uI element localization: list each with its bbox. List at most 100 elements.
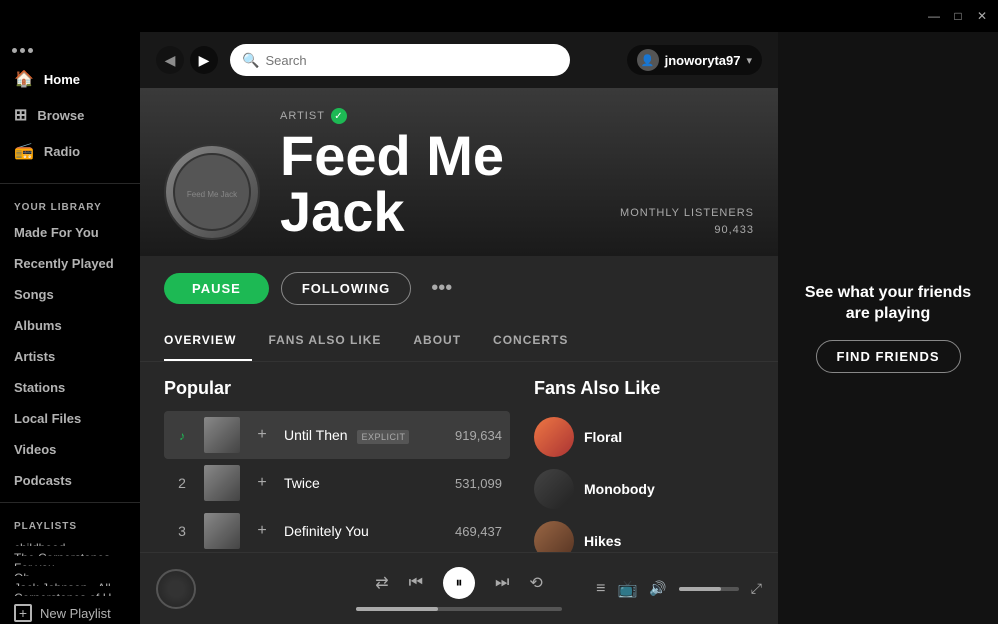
artist-controls: PAUSE FOLLOWING •••: [140, 256, 778, 321]
topbar: ◀ ▶ 🔍 👤 jnoworyta97 ▾: [140, 32, 778, 88]
shuffle-button[interactable]: ⇄: [375, 573, 388, 593]
player-center: ⇄ ⏮ ⏸ ⏭ ⟲: [356, 567, 562, 611]
close-button[interactable]: ✕: [974, 8, 990, 24]
add-track-button[interactable]: +: [252, 425, 272, 445]
sidebar-item-stations[interactable]: Stations: [0, 372, 140, 403]
playlist-oh[interactable]: Oh: [0, 566, 140, 576]
svg-text:Feed Me Jack: Feed Me Jack: [187, 190, 238, 199]
list-item[interactable]: Monobody: [534, 463, 754, 515]
topbar-right: 👤 jnoworyta97 ▾: [627, 45, 762, 75]
track-number: 2: [172, 475, 192, 491]
playlist-jack-johnson[interactable]: Jack Johnson - All i...: [0, 576, 140, 586]
sidebar-item-podcasts[interactable]: Podcasts: [0, 465, 140, 496]
sidebar-item-albums[interactable]: Albums: [0, 310, 140, 341]
list-item[interactable]: Hikes: [534, 515, 754, 552]
podcasts-label: Podcasts: [14, 473, 72, 488]
sidebar-item-songs[interactable]: Songs: [0, 279, 140, 310]
tab-fans-also-like[interactable]: FANS ALSO LIKE: [252, 321, 397, 361]
forward-button[interactable]: ▶: [190, 46, 218, 74]
artist-info: ARTIST ✓ Feed Me Jack: [280, 108, 600, 240]
playlist-childhood[interactable]: childhood: [0, 536, 140, 546]
track-name: Twice: [284, 475, 430, 491]
player-right: ≡ 📺 🔊 ⤢: [562, 579, 762, 599]
tab-about[interactable]: ABOUT: [397, 321, 477, 361]
popular-title: Popular: [164, 378, 510, 399]
new-playlist-button[interactable]: + New Playlist: [0, 596, 140, 624]
titlebar: — □ ✕: [0, 0, 998, 32]
popular-section: Popular ♪ + Until Then EXPLICIT 919,634: [164, 378, 510, 552]
fan-name: Monobody: [584, 481, 655, 497]
artist-page[interactable]: Feed Me Jack ARTIST ✓ Feed Me Jack MONTH…: [140, 88, 778, 552]
fullscreen-button[interactable]: ⤢: [751, 580, 762, 597]
repeat-button[interactable]: ⟲: [529, 573, 542, 593]
made-for-you-label: Made For You: [14, 225, 99, 240]
search-input[interactable]: [265, 53, 558, 68]
artist-stats: MONTHLY LISTENERS 90,433: [620, 205, 754, 240]
new-playlist-label: New Playlist: [40, 606, 111, 621]
sidebar-logo: [0, 40, 140, 61]
table-row[interactable]: ♪ + Until Then EXPLICIT 919,634: [164, 411, 510, 459]
radio-icon: 📻: [14, 141, 34, 161]
sidebar-item-home-label: Home: [44, 72, 80, 87]
sidebar-item-artists[interactable]: Artists: [0, 341, 140, 372]
sidebar-item-browse[interactable]: ⊞ Browse: [0, 97, 140, 133]
next-button[interactable]: ⏭: [495, 574, 509, 592]
track-thumbnail: [204, 417, 240, 453]
friends-title: See what your friends are playing: [798, 283, 978, 325]
tab-concerts[interactable]: CONCERTS: [477, 321, 584, 361]
table-row[interactable]: 3 + Definitely You 469,437: [164, 507, 510, 552]
play-pause-button[interactable]: ⏸: [443, 567, 475, 599]
fan-name: Floral: [584, 429, 622, 445]
pause-button[interactable]: PAUSE: [164, 273, 269, 304]
player-bar: ⇄ ⏮ ⏸ ⏭ ⟲ ≡ 📺 🔊 ⤢: [140, 552, 778, 624]
maximize-button[interactable]: □: [950, 8, 966, 24]
playlist-cornerstones1[interactable]: The Cornerstones o...: [0, 546, 140, 556]
playlist-cornerstones2[interactable]: Cornerstones of Hu...: [0, 586, 140, 596]
artist-tabs: OVERVIEW FANS ALSO LIKE ABOUT CONCERTS: [140, 321, 778, 362]
minimize-button[interactable]: —: [926, 8, 942, 24]
local-files-label: Local Files: [14, 411, 81, 426]
sidebar: 🏠 Home ⊞ Browse 📻 Radio Your Library Mad…: [0, 32, 140, 624]
sidebar-item-recently-played[interactable]: Recently Played: [0, 248, 140, 279]
sidebar-item-made-for-you[interactable]: Made For You: [0, 217, 140, 248]
queue-icon[interactable]: ≡: [596, 580, 605, 598]
devices-icon[interactable]: 📺: [617, 579, 637, 599]
sidebar-item-radio-label: Radio: [44, 144, 80, 159]
artist-header: Feed Me Jack ARTIST ✓ Feed Me Jack MONTH…: [140, 88, 778, 256]
library-label: Your Library: [0, 190, 140, 217]
sidebar-item-radio[interactable]: 📻 Radio: [0, 133, 140, 169]
track-thumbnail: [204, 465, 240, 501]
volume-slider[interactable]: [679, 587, 739, 591]
sidebar-item-local-files[interactable]: Local Files: [0, 403, 140, 434]
back-button[interactable]: ◀: [156, 46, 184, 74]
table-row[interactable]: 2 + Twice 531,099: [164, 459, 510, 507]
track-plays: 469,437: [442, 524, 502, 539]
fan-avatar: [534, 521, 574, 552]
search-bar[interactable]: 🔍: [230, 44, 570, 76]
following-button[interactable]: FOLLOWING: [281, 272, 411, 305]
artist-image: Feed Me Jack: [164, 144, 260, 240]
sidebar-item-videos[interactable]: Videos: [0, 434, 140, 465]
previous-button[interactable]: ⏮: [409, 574, 423, 592]
volume-icon[interactable]: 🔊: [649, 580, 666, 597]
sidebar-item-home[interactable]: 🏠 Home: [0, 61, 140, 97]
fan-avatar: [534, 417, 574, 457]
nav-arrows: ◀ ▶: [156, 46, 218, 74]
add-track-button[interactable]: +: [252, 473, 272, 493]
tab-overview[interactable]: OVERVIEW: [164, 321, 252, 361]
artist-name: Feed Me Jack: [280, 128, 600, 240]
content-area: Popular ♪ + Until Then EXPLICIT 919,634: [140, 362, 778, 552]
fans-title: Fans Also Like: [534, 378, 754, 399]
add-track-button[interactable]: +: [252, 521, 272, 541]
fans-section: Fans Also Like Floral Monobody Hikes: [534, 378, 754, 552]
browse-icon: ⊞: [14, 105, 27, 125]
progress-bar[interactable]: [356, 607, 562, 611]
progress-track[interactable]: [356, 607, 562, 611]
user-menu[interactable]: 👤 jnoworyta97 ▾: [627, 45, 762, 75]
search-icon: 🔍: [242, 52, 259, 69]
more-options-button[interactable]: •••: [423, 273, 460, 304]
list-item[interactable]: Floral: [534, 411, 754, 463]
logo-dots: [12, 48, 33, 53]
find-friends-button[interactable]: FIND FRIENDS: [816, 340, 961, 373]
playlist-for-you[interactable]: For you: [0, 556, 140, 566]
